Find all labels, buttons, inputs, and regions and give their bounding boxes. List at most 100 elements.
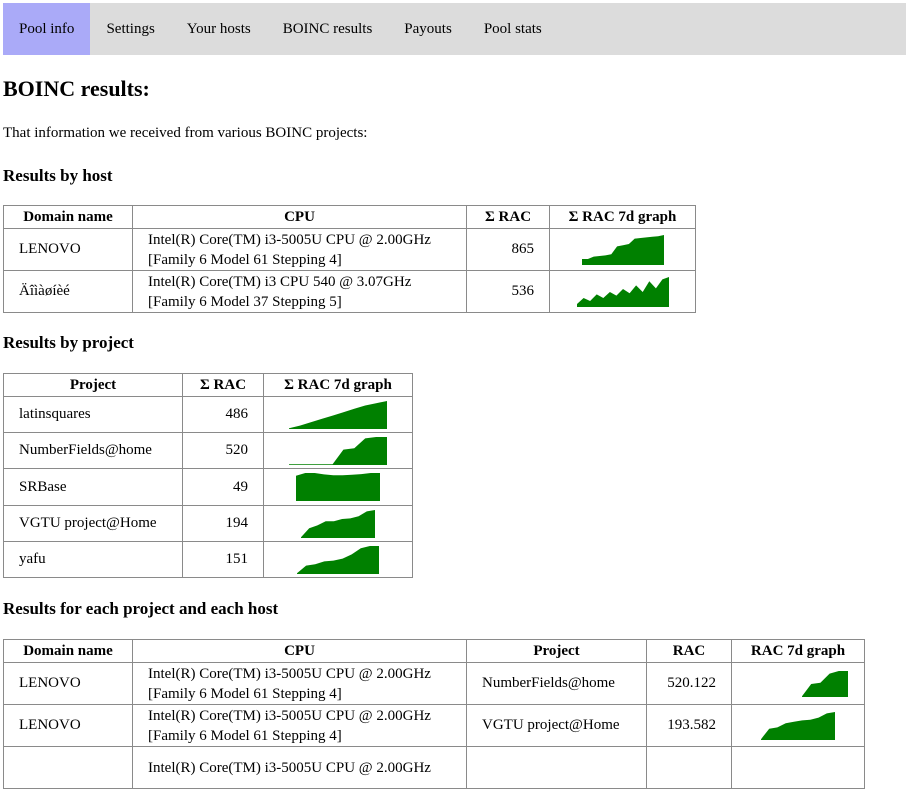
tab-payouts[interactable]: Payouts [388, 3, 468, 55]
rac-graph-cell [263, 541, 413, 578]
sparkline-area [802, 670, 848, 697]
table-row: VGTU project@Home 194 [3, 505, 413, 542]
rac-graph-cell [263, 468, 413, 506]
project-name: yafu [3, 541, 183, 578]
col-rac-graph: Σ RAC 7d graph [549, 205, 696, 229]
col-rac: Σ RAC [466, 205, 550, 229]
rac-graph-cell [731, 662, 865, 705]
project-rac: 486 [182, 396, 264, 433]
col-project: Project [3, 373, 183, 397]
table-row: Intel(R) Core(TM) i3-5005U CPU @ 2.00GHz [3, 746, 865, 789]
project-rac: 151 [182, 541, 264, 578]
project-name [466, 746, 647, 789]
host-cpu: Intel(R) Core(TM) i3-5005U CPU @ 2.00GHz… [132, 704, 467, 747]
cpu-line1: Intel(R) Core(TM) i3-5005U CPU @ 2.00GHz [148, 231, 431, 248]
cpu-line1: Intel(R) Core(TM) i3-5005U CPU @ 2.00GHz [148, 759, 431, 776]
sparkline-area [301, 509, 375, 538]
host-cpu: Intel(R) Core(TM) i3-5005U CPU @ 2.00GHz… [132, 228, 467, 271]
rac-7d-sparkline [761, 711, 835, 740]
project-rac: 49 [182, 468, 264, 506]
cpu-line1: Intel(R) Core(TM) i3-5005U CPU @ 2.00GHz [148, 665, 431, 682]
host-domain: LENOVO [3, 704, 133, 747]
tab-pool-info[interactable]: Pool info [3, 3, 91, 55]
host-rac: 865 [466, 228, 550, 271]
heading-results-by-project-host: Results for each project and each host [3, 599, 279, 618]
cpu-line2: [Family 6 Model 61 Stepping 4] [148, 685, 342, 702]
sparkline-area [761, 711, 835, 740]
table-header-row: Project Σ RAC Σ RAC 7d graph [3, 373, 413, 397]
host-domain [3, 746, 133, 789]
col-domain-name: Domain name [3, 205, 133, 229]
host-cpu: Intel(R) Core(TM) i3-5005U CPU @ 2.00GHz [132, 746, 467, 789]
project-rac: 194 [182, 505, 264, 542]
host-rac: 536 [466, 270, 550, 313]
tab-pool-stats[interactable]: Pool stats [468, 3, 558, 55]
project-host-results-table: Domain name CPU Project RAC RAC 7d graph… [3, 639, 865, 789]
host-cpu: Intel(R) Core(TM) i3 CPU 540 @ 3.07GHz [F… [132, 270, 467, 313]
heading-results-by-project: Results by project [3, 333, 134, 352]
sparkline-area [296, 473, 380, 501]
host-results-table: Domain name CPU Σ RAC Σ RAC 7d graph LEN… [3, 205, 696, 313]
nav-bar: Pool info Settings Your hosts BOINC resu… [3, 3, 906, 55]
project-name: VGTU project@Home [3, 505, 183, 542]
rac-7d-sparkline [576, 276, 669, 307]
cpu-line1: Intel(R) Core(TM) i3-5005U CPU @ 2.00GHz [148, 707, 431, 724]
project-name: NumberFields@home [466, 662, 647, 705]
rac-graph-cell [549, 270, 696, 313]
col-rac: Σ RAC [182, 373, 264, 397]
rac-7d-sparkline [289, 436, 387, 465]
col-rac-graph: RAC 7d graph [731, 639, 865, 663]
intro-text: That information we received from variou… [3, 125, 368, 141]
host-project-rac: 520.122 [646, 662, 732, 705]
table-row: LENOVO Intel(R) Core(TM) i3-5005U CPU @ … [3, 228, 696, 271]
rac-graph-cell [549, 228, 696, 271]
host-domain: Äîìàøíèé [3, 270, 133, 313]
cpu-line2: [Family 6 Model 37 Stepping 5] [148, 293, 342, 310]
rac-graph-cell [263, 396, 413, 433]
host-cpu: Intel(R) Core(TM) i3-5005U CPU @ 2.00GHz… [132, 662, 467, 705]
project-name: latinsquares [3, 396, 183, 433]
host-domain: LENOVO [3, 662, 133, 705]
rac-7d-sparkline [297, 545, 379, 574]
table-header-row: Domain name CPU Project RAC RAC 7d graph [3, 639, 865, 663]
rac-7d-sparkline [301, 509, 375, 538]
table-row: NumberFields@home 520 [3, 432, 413, 469]
table-row: LENOVO Intel(R) Core(TM) i3-5005U CPU @ … [3, 662, 865, 705]
rac-graph-cell [263, 432, 413, 469]
col-cpu: CPU [132, 639, 467, 663]
rac-7d-sparkline [296, 473, 380, 501]
project-results-table: Project Σ RAC Σ RAC 7d graph latinsquare… [3, 373, 413, 578]
project-name: NumberFields@home [3, 432, 183, 469]
rac-graph-cell [731, 704, 865, 747]
col-project: Project [466, 639, 647, 663]
sparkline-area [289, 400, 387, 429]
table-row: Äîìàøíèé Intel(R) Core(TM) i3 CPU 540 @ … [3, 270, 696, 313]
cpu-line1: Intel(R) Core(TM) i3 CPU 540 @ 3.07GHz [148, 273, 412, 290]
project-name: SRBase [3, 468, 183, 506]
sparkline-area [297, 545, 379, 574]
table-row: yafu 151 [3, 541, 413, 578]
col-domain-name: Domain name [3, 639, 133, 663]
host-domain: LENOVO [3, 228, 133, 271]
rac-7d-sparkline [802, 670, 848, 697]
table-row: SRBase 49 [3, 468, 413, 506]
project-rac: 520 [182, 432, 264, 469]
rac-graph-cell [731, 746, 865, 789]
rac-7d-sparkline [289, 400, 387, 429]
cpu-line2: [Family 6 Model 61 Stepping 4] [148, 251, 342, 268]
sparkline-area [289, 436, 387, 465]
host-project-rac: 193.582 [646, 704, 732, 747]
host-project-rac [646, 746, 732, 789]
table-row: latinsquares 486 [3, 396, 413, 433]
heading-results-by-host: Results by host [3, 166, 113, 185]
rac-7d-sparkline [581, 234, 664, 265]
tab-boinc-results[interactable]: BOINC results [267, 3, 389, 55]
col-cpu: CPU [132, 205, 467, 229]
sparkline-area [581, 234, 664, 265]
table-header-row: Domain name CPU Σ RAC Σ RAC 7d graph [3, 205, 696, 229]
tab-settings[interactable]: Settings [90, 3, 170, 55]
cpu-line2: [Family 6 Model 61 Stepping 4] [148, 727, 342, 744]
tab-your-hosts[interactable]: Your hosts [171, 3, 267, 55]
rac-graph-cell [263, 505, 413, 542]
col-rac-graph: Σ RAC 7d graph [263, 373, 413, 397]
